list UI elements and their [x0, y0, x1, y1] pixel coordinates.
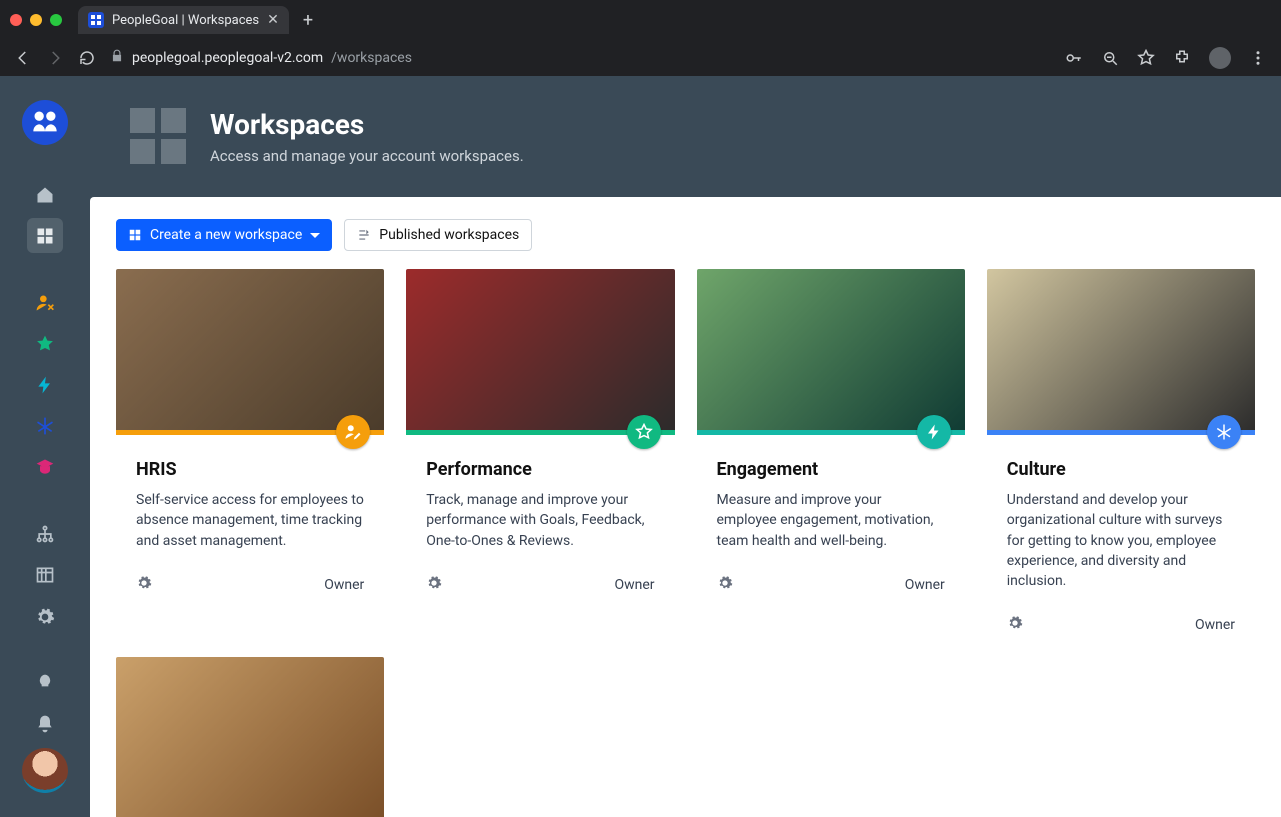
workspace-card[interactable]: Engagement Measure and improve your emplo…	[697, 269, 965, 635]
chevron-down-icon	[310, 233, 320, 238]
workspace-card[interactable]: HRIS Self-service access for employees to…	[116, 269, 384, 635]
tab-title: PeopleGoal | Workspaces	[112, 13, 259, 28]
create-workspace-label: Create a new workspace	[150, 227, 302, 243]
workspace-badge-icon	[1207, 415, 1241, 449]
workspace-card-role: Owner	[324, 577, 364, 593]
workspace-card-footer: Owner	[116, 559, 384, 595]
url-field[interactable]: peoplegoal.peoplegoal-v2.com/workspaces	[110, 49, 1051, 67]
gear-icon[interactable]	[426, 575, 442, 595]
nav-home[interactable]	[27, 177, 63, 212]
nav-automations[interactable]	[27, 367, 63, 402]
workspace-card-description: Track, manage and improve your performan…	[426, 490, 654, 551]
workspace-card-description: Understand and develop your organization…	[1007, 490, 1235, 591]
workspace-card-footer: Owner	[697, 559, 965, 595]
zoom-icon[interactable]	[1101, 49, 1119, 67]
nav-reports[interactable]	[27, 558, 63, 593]
workspace-card-title: Performance	[426, 459, 654, 480]
workspace-card-role: Owner	[614, 577, 654, 593]
workspace-card-image	[697, 269, 965, 435]
workspace-card-title: Culture	[1007, 459, 1235, 480]
nav-org[interactable]	[27, 517, 63, 552]
page-subtitle: Access and manage your account workspace…	[210, 147, 524, 165]
workspace-card-body: HRIS Self-service access for employees to…	[116, 435, 384, 559]
key-icon[interactable]	[1065, 49, 1083, 67]
user-avatar[interactable]	[22, 748, 68, 793]
reload-icon[interactable]	[78, 49, 96, 67]
workspace-card[interactable]	[116, 657, 384, 817]
workspace-card-body: Engagement Measure and improve your emplo…	[697, 435, 965, 559]
new-tab-button[interactable]: +	[297, 10, 319, 31]
menu-icon[interactable]	[1249, 49, 1267, 67]
address-bar-actions	[1065, 47, 1267, 69]
sidebar	[0, 76, 90, 817]
browser-chrome: PeopleGoal | Workspaces ✕ + peoplegoal.p…	[0, 0, 1281, 76]
gear-icon[interactable]	[1007, 615, 1023, 635]
nav-learning[interactable]	[27, 450, 63, 485]
create-workspace-button[interactable]: Create a new workspace	[116, 219, 332, 251]
app-viewport: Workspaces Access and manage your accoun…	[0, 76, 1281, 817]
close-tab-icon[interactable]: ✕	[267, 12, 279, 28]
workspace-card-image	[406, 269, 674, 435]
page-title: Workspaces	[210, 108, 524, 141]
workspace-card[interactable]: Performance Track, manage and improve you…	[406, 269, 674, 635]
nav-people[interactable]	[27, 285, 63, 320]
lock-icon	[110, 49, 124, 67]
workspace-card-role: Owner	[1195, 617, 1235, 633]
workspace-badge-icon	[336, 415, 370, 449]
published-workspaces-button[interactable]: Published workspaces	[344, 219, 532, 251]
workspace-card-image	[116, 657, 384, 817]
forward-icon[interactable]	[46, 49, 64, 67]
workspace-card-body: Culture Understand and develop your organ…	[987, 435, 1255, 599]
workspace-card-description: Self-service access for employees to abs…	[136, 490, 364, 551]
nav-settings[interactable]	[27, 599, 63, 634]
star-icon[interactable]	[1137, 49, 1155, 67]
content-panel: Create a new workspace Published workspa…	[90, 197, 1281, 817]
nav-workspaces[interactable]	[27, 218, 63, 253]
workspace-card-grid: HRIS Self-service access for employees to…	[116, 269, 1255, 817]
app-logo[interactable]	[22, 100, 68, 145]
nav-favorites[interactable]	[27, 326, 63, 361]
tab-bar: PeopleGoal | Workspaces ✕ +	[0, 0, 1281, 40]
main-column: Workspaces Access and manage your accoun…	[90, 76, 1281, 817]
gear-icon[interactable]	[136, 575, 152, 595]
workspace-card-description: Measure and improve your employee engage…	[717, 490, 945, 551]
address-bar: peoplegoal.peoplegoal-v2.com/workspaces	[0, 40, 1281, 76]
workspace-card-role: Owner	[905, 577, 945, 593]
workspace-badge-icon	[917, 415, 951, 449]
window-controls[interactable]	[10, 14, 62, 26]
back-icon[interactable]	[14, 49, 32, 67]
toolbar: Create a new workspace Published workspa…	[116, 219, 1255, 251]
published-workspaces-label: Published workspaces	[379, 227, 519, 243]
workspace-card[interactable]: Culture Understand and develop your organ…	[987, 269, 1255, 635]
workspace-card-body: Performance Track, manage and improve you…	[406, 435, 674, 559]
nav-ideas[interactable]	[27, 666, 63, 701]
extensions-icon[interactable]	[1173, 49, 1191, 67]
maximize-window-button[interactable]	[50, 14, 62, 26]
workspace-card-title: HRIS	[136, 459, 364, 480]
page-header: Workspaces Access and manage your accoun…	[90, 76, 1281, 197]
workspace-card-footer: Owner	[406, 559, 674, 595]
url-host: peoplegoal.peoplegoal-v2.com	[132, 50, 323, 66]
workspace-card-image	[987, 269, 1255, 435]
workspace-card-image	[116, 269, 384, 435]
workspace-card-footer: Owner	[987, 599, 1255, 635]
browser-tab[interactable]: PeopleGoal | Workspaces ✕	[78, 6, 289, 34]
workspace-badge-icon	[627, 415, 661, 449]
gear-icon[interactable]	[717, 575, 733, 595]
page-header-icon	[130, 108, 186, 164]
nav-asterisk[interactable]	[27, 409, 63, 444]
nav-notifications[interactable]	[27, 707, 63, 742]
tab-favicon	[88, 12, 104, 28]
profile-avatar[interactable]	[1209, 47, 1231, 69]
minimize-window-button[interactable]	[30, 14, 42, 26]
close-window-button[interactable]	[10, 14, 22, 26]
url-path: /workspaces	[331, 50, 412, 66]
workspace-card-title: Engagement	[717, 459, 945, 480]
